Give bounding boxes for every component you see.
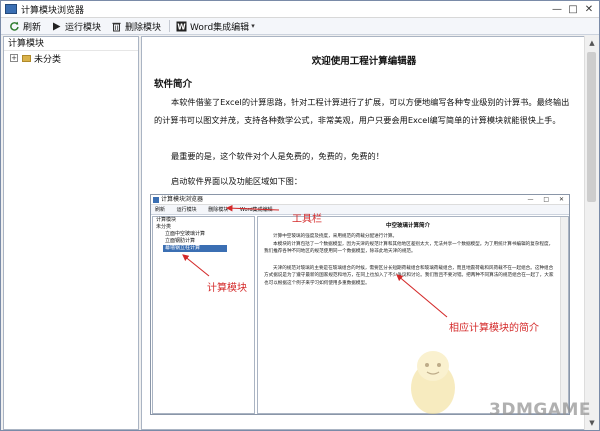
window-title: 计算模块浏览器 xyxy=(21,5,85,16)
svg-text:W: W xyxy=(177,22,186,31)
toolbar-separator xyxy=(169,20,171,32)
module-annotation: 计算模块 xyxy=(207,283,247,294)
embedded-tree-item: 立面钢肋计算 xyxy=(165,238,196,244)
scroll-thumb[interactable] xyxy=(587,52,596,202)
scroll-up-icon[interactable]: ▲ xyxy=(585,36,599,50)
embedded-app-icon xyxy=(153,197,159,203)
module-tree-header: 计算模块 xyxy=(4,37,138,51)
embedded-doc-paragraph: 本模块的计算包括了一个数据模型，因为天津的规范计算和其他地区差别太大，无法共享一… xyxy=(264,242,554,255)
close-button[interactable]: ✕ xyxy=(581,3,597,17)
run-module-button[interactable]: 运行模块 xyxy=(47,19,105,34)
trash-icon xyxy=(111,21,122,32)
module-tree-panel: 计算模块 + 未分类 xyxy=(3,36,139,430)
embedded-title-bar: 计算模块浏览器 — □ ✕ xyxy=(151,195,569,205)
minimize-button[interactable]: — xyxy=(549,3,565,17)
word-edit-button[interactable]: W Word集成编辑 ▾ xyxy=(172,19,259,34)
delete-module-label: 删除模块 xyxy=(125,22,162,33)
embedded-window-controls: — □ ✕ xyxy=(527,196,568,203)
document-title: 欢迎使用工程计算编辑器 xyxy=(311,56,417,67)
refresh-label: 刷新 xyxy=(23,22,42,33)
screenshot-caption: 启动软件界面以及功能区域如下图： xyxy=(171,176,303,186)
embedded-window-title: 计算模块浏览器 xyxy=(161,196,204,203)
embedded-word: Word集成编辑 xyxy=(239,207,273,213)
embedded-tree-item: 立面中空玻璃计算 xyxy=(165,231,206,237)
intro-paragraph: 本软件借鉴了Excel的计算思路，针对工程计算进行了扩展，可以方便地编写各种专业… xyxy=(154,97,570,125)
embedded-run: 运行模块 xyxy=(176,207,197,213)
play-icon xyxy=(51,21,62,32)
watermark: 3DMGAME xyxy=(403,346,593,426)
watermark-text: 3DMGAME xyxy=(489,400,591,420)
embedded-doc-paragraph: 计算中空玻璃的强度及挠度，采用规范的荷载分配进行计算。 xyxy=(273,234,398,239)
refresh-button[interactable]: 刷新 xyxy=(5,19,45,34)
chevron-down-icon[interactable]: ▾ xyxy=(251,22,255,30)
embedded-refresh: 刷新 xyxy=(155,207,166,213)
word-edit-label: Word集成编辑 xyxy=(190,22,250,33)
mascot-icon xyxy=(411,351,455,414)
tree-node-label: 未分类 xyxy=(34,54,62,65)
toolbar: 刷新 运行模块 删除模块 W Word集成编辑 ▾ xyxy=(1,18,599,35)
free-paragraph: 最重要的是，这个软件对个人是免费的，免费的，免费的！ xyxy=(171,151,384,161)
folder-icon xyxy=(22,54,31,62)
intro-annotation: 相应计算模块的简介 xyxy=(449,323,539,334)
embedded-tree-item-selected: 幕墙钢立柱计算 xyxy=(163,245,227,252)
title-bar: 计算模块浏览器 — □ ✕ xyxy=(1,1,599,18)
tree-node-uncategorized[interactable]: + 未分类 xyxy=(4,51,138,65)
embedded-tree-header: 计算模块 xyxy=(156,217,177,223)
maximize-button[interactable]: □ xyxy=(565,3,581,17)
expand-icon[interactable]: + xyxy=(10,54,18,62)
embedded-doc-paragraph: 天津的规范对玻璃的主要是在玻璃组合的时候，需要区分长短期荷载组合和玻璃荷载组合，… xyxy=(264,266,554,286)
embedded-tree-root: 未分类 xyxy=(156,224,172,230)
refresh-icon xyxy=(9,21,20,32)
window-controls: — □ ✕ xyxy=(549,1,597,18)
toolbar-annotation: 工具栏 xyxy=(292,214,322,225)
embedded-delete: 删除模块 xyxy=(208,207,229,213)
word-icon: W xyxy=(176,21,187,32)
embedded-tree: 计算模块 未分类 立面中空玻璃计算 立面钢肋计算 幕墙钢立柱计算 xyxy=(152,216,255,414)
embedded-toolbar: 刷新 运行模块 删除模块 Word集成编辑 xyxy=(151,205,569,215)
app-icon xyxy=(5,4,17,14)
section-heading: 软件简介 xyxy=(154,79,193,90)
delete-module-button[interactable]: 删除模块 xyxy=(107,19,165,34)
app-window: 计算模块浏览器 — □ ✕ 刷新 运行模块 删除模块 W Word集成编辑 ▾ … xyxy=(0,0,600,431)
run-module-label: 运行模块 xyxy=(65,22,102,33)
